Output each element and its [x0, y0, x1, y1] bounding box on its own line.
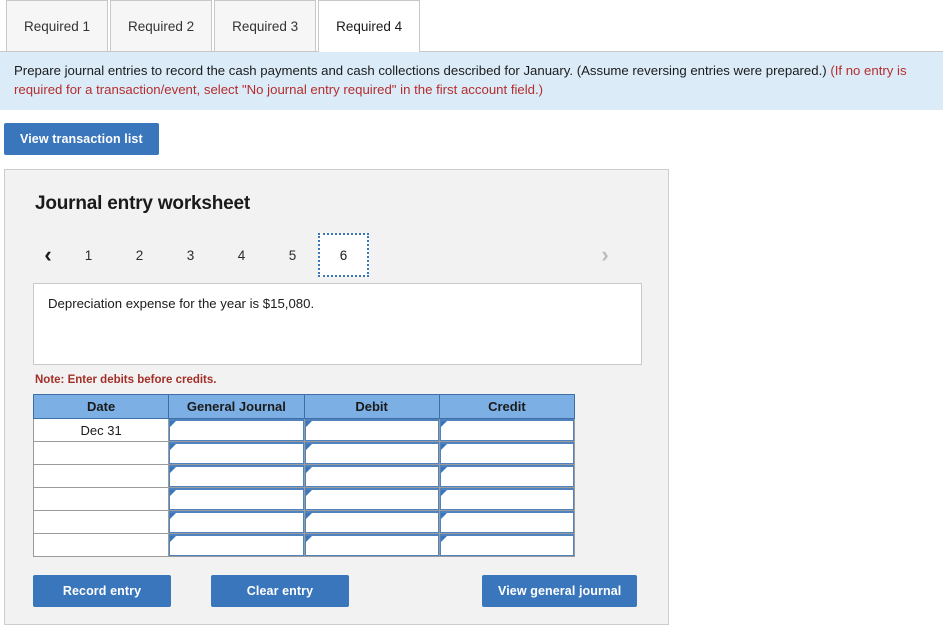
cell-date[interactable]: [32, 441, 170, 466]
cell-general-journal[interactable]: [168, 464, 305, 489]
column-header-credit: Credit: [438, 394, 576, 420]
credit-input[interactable]: [439, 488, 574, 511]
table-row: [32, 464, 576, 489]
cell-credit[interactable]: [438, 510, 576, 535]
cell-date[interactable]: [32, 464, 170, 489]
instruction-main-text: Prepare journal entries to record the ca…: [14, 63, 827, 78]
clear-entry-button[interactable]: Clear entry: [211, 575, 349, 608]
pager-page-1[interactable]: 1: [63, 233, 114, 277]
cell-date[interactable]: [32, 533, 170, 558]
tab-label: Required 3: [232, 18, 299, 34]
debit-input[interactable]: [304, 465, 439, 488]
credit-input[interactable]: [439, 419, 574, 442]
general-journal-input[interactable]: [169, 511, 304, 534]
tab-label: Required 1: [24, 18, 91, 34]
record-entry-button[interactable]: Record entry: [33, 575, 171, 608]
credit-input[interactable]: [439, 511, 574, 534]
worksheet-actions: Record entry Clear entry View general jo…: [33, 575, 642, 608]
debit-input[interactable]: [304, 442, 439, 465]
chevron-left-icon[interactable]: ‹: [33, 244, 63, 266]
tab-required-1[interactable]: Required 1: [6, 0, 109, 51]
cell-debit[interactable]: [303, 418, 440, 443]
cell-debit[interactable]: [303, 441, 440, 466]
debit-input[interactable]: [304, 534, 439, 557]
general-journal-input[interactable]: [169, 442, 304, 465]
table-row: [32, 441, 576, 466]
worksheet-pager: ‹ 1 2 3 4 5 6 ›: [33, 233, 642, 278]
cell-credit[interactable]: [438, 418, 576, 443]
table-row: [32, 487, 576, 512]
view-transaction-list-button[interactable]: View transaction list: [4, 123, 159, 156]
column-header-general-journal: General Journal: [168, 394, 305, 420]
column-header-date: Date: [32, 394, 170, 420]
tab-label: Required 2: [128, 18, 195, 34]
credit-input[interactable]: [439, 534, 574, 557]
chevron-right-icon[interactable]: ›: [590, 244, 620, 266]
journal-entry-worksheet-panel: Journal entry worksheet ‹ 1 2 3 4 5 6 › …: [4, 169, 669, 626]
journal-entry-table: Date General Journal Debit Credit Dec 31: [32, 394, 576, 558]
pager-page-2[interactable]: 2: [114, 233, 165, 277]
table-row: [32, 510, 576, 535]
cell-credit[interactable]: [438, 533, 576, 558]
table-row: [32, 533, 576, 558]
toolbar: View transaction list: [0, 110, 943, 156]
cell-debit[interactable]: [303, 533, 440, 558]
cell-date[interactable]: Dec 31: [32, 418, 170, 443]
cell-date[interactable]: [32, 510, 170, 535]
general-journal-input[interactable]: [169, 488, 304, 511]
debit-input[interactable]: [304, 511, 439, 534]
cell-debit[interactable]: [303, 487, 440, 512]
cell-date[interactable]: [32, 487, 170, 512]
debits-before-credits-note: Note: Enter debits before credits.: [35, 374, 217, 387]
cell-general-journal[interactable]: [168, 418, 305, 443]
cell-general-journal[interactable]: [168, 441, 305, 466]
tab-label: Required 4: [336, 18, 403, 34]
pager-page-5[interactable]: 5: [267, 233, 318, 277]
view-general-journal-button[interactable]: View general journal: [482, 575, 638, 608]
tab-required-3[interactable]: Required 3: [214, 0, 317, 51]
pager-page-3[interactable]: 3: [165, 233, 216, 277]
transaction-description-text: Depreciation expense for the year is $15…: [48, 296, 315, 312]
transaction-description-box: Depreciation expense for the year is $15…: [33, 283, 642, 366]
credit-input[interactable]: [439, 465, 574, 488]
tab-required-4[interactable]: Required 4: [318, 0, 421, 52]
pager-page-4[interactable]: 4: [216, 233, 267, 277]
credit-input[interactable]: [439, 442, 574, 465]
pager-page-6[interactable]: 6: [318, 233, 369, 278]
instruction-banner: Prepare journal entries to record the ca…: [0, 52, 943, 111]
general-journal-input[interactable]: [169, 465, 304, 488]
cell-debit[interactable]: [303, 510, 440, 535]
cell-debit[interactable]: [303, 464, 440, 489]
column-header-debit: Debit: [303, 394, 440, 420]
general-journal-input[interactable]: [169, 534, 304, 557]
worksheet-title: Journal entry worksheet: [35, 193, 251, 215]
cell-credit[interactable]: [438, 464, 576, 489]
required-tabs: Required 1 Required 2 Required 3 Require…: [0, 0, 943, 52]
cell-general-journal[interactable]: [168, 510, 305, 535]
general-journal-input[interactable]: [169, 419, 304, 442]
table-row: Dec 31: [32, 418, 576, 443]
debit-input[interactable]: [304, 488, 439, 511]
cell-general-journal[interactable]: [168, 487, 305, 512]
cell-general-journal[interactable]: [168, 533, 305, 558]
table-header-row: Date General Journal Debit Credit: [32, 394, 576, 420]
cell-credit[interactable]: [438, 441, 576, 466]
debit-input[interactable]: [304, 419, 439, 442]
cell-credit[interactable]: [438, 487, 576, 512]
tab-required-2[interactable]: Required 2: [110, 0, 213, 51]
